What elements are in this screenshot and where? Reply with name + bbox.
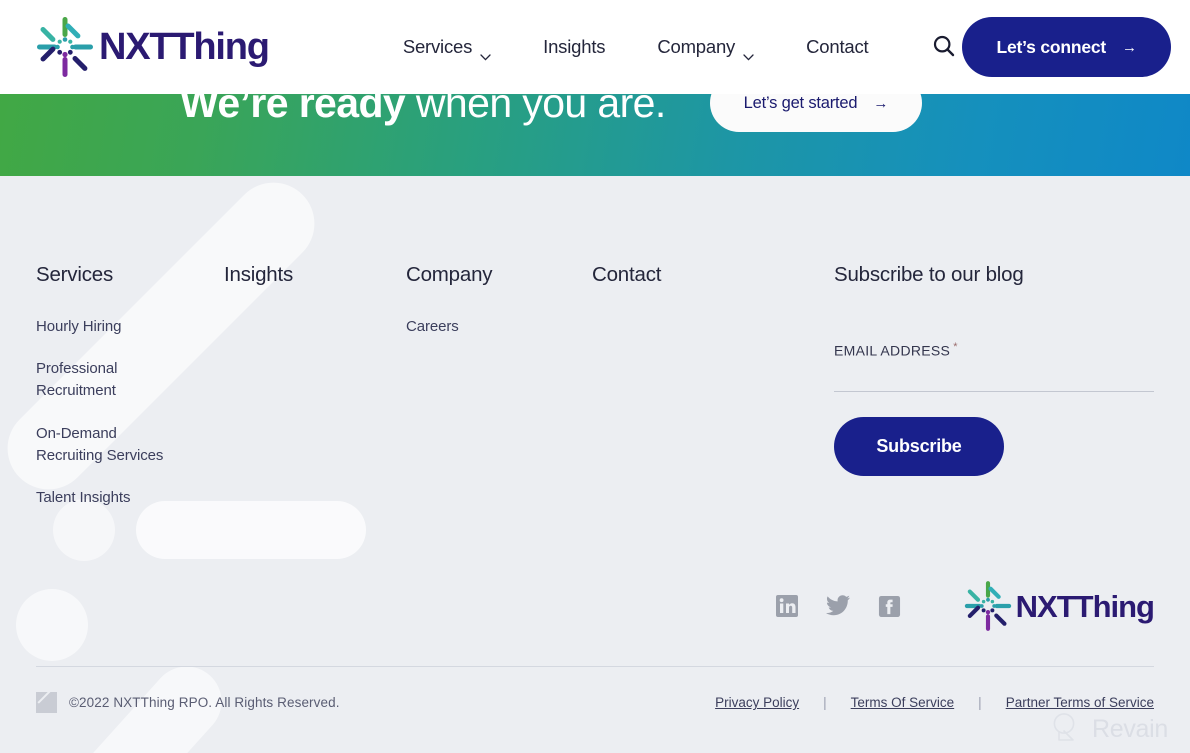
email-field-label: EMAIL ADDRESS * bbox=[834, 341, 1154, 359]
arrow-right-icon: → bbox=[873, 94, 889, 112]
linkedin-icon[interactable] bbox=[775, 594, 799, 618]
broken-image-icon bbox=[36, 692, 57, 713]
subscribe-button[interactable]: Subscribe bbox=[834, 417, 1004, 477]
nav-label-company: Company bbox=[657, 36, 736, 57]
nav-item-contact[interactable]: Contact bbox=[780, 36, 894, 58]
search-button[interactable] bbox=[926, 28, 962, 67]
footer-column-contact: Contact bbox=[592, 263, 834, 530]
footer-column-services: Services Hourly Hiring Professional Recr… bbox=[36, 263, 224, 530]
email-input[interactable] bbox=[834, 368, 1154, 393]
brand-wordmark: NXTThing bbox=[99, 26, 270, 68]
site-header: NXTThing Services Insights Company Conta… bbox=[0, 0, 1190, 94]
footer-heading-insights: Insights bbox=[224, 263, 294, 286]
partner-terms-of-service-link[interactable]: Partner Terms of Service bbox=[1006, 695, 1154, 710]
get-started-label: Let’s get started bbox=[743, 93, 858, 112]
lets-connect-label: Let’s connect bbox=[996, 36, 1107, 57]
legal-separator: | bbox=[823, 695, 827, 710]
starburst-icon bbox=[964, 580, 1012, 632]
nav-item-company[interactable]: Company bbox=[631, 36, 780, 61]
terms-of-service-link[interactable]: Terms Of Service bbox=[851, 695, 955, 710]
footer-link-hourly-hiring[interactable]: Hourly Hiring bbox=[36, 316, 186, 338]
footer-brand-logo-link[interactable]: NXTThing bbox=[964, 580, 1155, 632]
footer-link-on-demand-recruiting-services[interactable]: On-Demand Recruiting Services bbox=[36, 423, 186, 467]
privacy-policy-link[interactable]: Privacy Policy bbox=[715, 695, 799, 710]
legal-links: Privacy Policy | Terms Of Service | Part… bbox=[715, 695, 1154, 710]
facebook-icon[interactable] bbox=[878, 595, 901, 618]
lets-connect-button[interactable]: Let’s connect → bbox=[962, 17, 1171, 77]
nav-label-services: Services bbox=[402, 36, 473, 57]
nav-label-contact: Contact bbox=[806, 36, 869, 57]
footer-link-professional-recruitment[interactable]: Professional Recruitment bbox=[36, 358, 186, 402]
main-navigation: Services Insights Company Contact bbox=[377, 28, 963, 67]
copyright-text: ©2022 NXTThing RPO. All Rights Reserved. bbox=[69, 695, 340, 710]
footer-heading-company: Company bbox=[406, 263, 493, 286]
chevron-down-icon bbox=[743, 44, 754, 61]
footer-heading-contact: Contact bbox=[592, 263, 662, 286]
chevron-down-icon bbox=[480, 44, 491, 61]
footer-link-careers[interactable]: Careers bbox=[406, 316, 556, 338]
nav-item-services[interactable]: Services bbox=[377, 36, 517, 61]
footer-column-company: Company Careers bbox=[406, 263, 592, 530]
footer-divider bbox=[36, 666, 1154, 667]
subscribe-heading: Subscribe to our blog bbox=[834, 263, 1024, 286]
footer-bottom-bar: ©2022 NXTThing RPO. All Rights Reserved.… bbox=[36, 692, 1154, 713]
required-asterisk: * bbox=[953, 340, 958, 353]
nav-item-insights[interactable]: Insights bbox=[517, 36, 631, 58]
arrow-right-icon: → bbox=[1122, 38, 1137, 56]
starburst-icon bbox=[36, 16, 94, 78]
email-field-label-text: EMAIL ADDRESS bbox=[834, 342, 951, 359]
footer-column-insights: Insights bbox=[224, 263, 406, 530]
nav-label-insights: Insights bbox=[543, 36, 606, 57]
search-icon bbox=[932, 34, 956, 61]
legal-separator: | bbox=[978, 695, 982, 710]
footer-link-columns: Services Hourly Hiring Professional Recr… bbox=[36, 263, 1154, 530]
footer-heading-services: Services bbox=[36, 263, 114, 286]
footer-social-row: NXTThing bbox=[775, 580, 1155, 632]
twitter-icon[interactable] bbox=[825, 595, 851, 617]
footer-brand-wordmark: NXTThing bbox=[1015, 588, 1155, 624]
footer-link-talent-insights[interactable]: Talent Insights bbox=[36, 487, 186, 509]
brand-logo-link[interactable]: NXTThing bbox=[36, 16, 270, 78]
footer-column-subscribe: Subscribe to our blog EMAIL ADDRESS * Sub… bbox=[834, 263, 1154, 530]
site-footer: Services Hourly Hiring Professional Recr… bbox=[0, 176, 1190, 753]
